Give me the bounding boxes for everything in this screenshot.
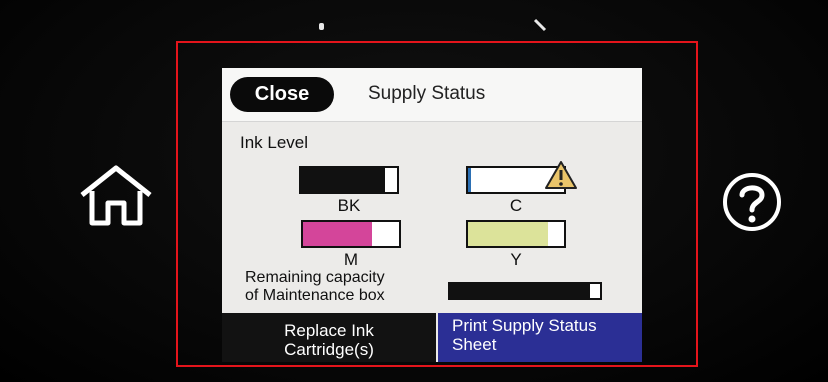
ink-fill xyxy=(468,168,471,192)
replace-ink-button[interactable]: Replace Ink Cartridge(s) xyxy=(222,313,436,362)
ink-bar xyxy=(301,220,401,248)
ink-name: M xyxy=(343,250,359,269)
print-supply-status-button[interactable]: Print Supply Status Sheet xyxy=(438,313,642,362)
close-button[interactable]: Close xyxy=(230,77,334,112)
ink-fill xyxy=(303,222,373,246)
page-title: Supply Status xyxy=(368,83,486,104)
warning-triangle-icon xyxy=(545,161,577,189)
maintenance-box-label: Remaining capacity of Maintenance box xyxy=(245,269,385,305)
replace-label-line1: Replace Ink xyxy=(284,320,374,340)
maintenance-fill xyxy=(450,284,590,298)
ink-fill xyxy=(301,168,385,192)
print-label-line1: Print Supply Status xyxy=(452,316,597,335)
help-button[interactable] xyxy=(722,172,782,232)
ink-name: C xyxy=(509,196,523,215)
supply-status-screen: Close Supply Status Ink Level BK C M Y R… xyxy=(222,68,642,362)
ink-bar xyxy=(466,220,566,248)
maintenance-label-line2: of Maintenance box xyxy=(245,287,385,304)
bezel-marker xyxy=(319,23,324,30)
ink-name: BK xyxy=(337,196,361,215)
ink-level-label: Ink Level xyxy=(240,133,309,152)
maintenance-box-gauge xyxy=(448,282,602,300)
ink-name: Y xyxy=(510,250,522,269)
print-label-line2: Sheet xyxy=(452,335,497,354)
header-bar: Close Supply Status xyxy=(222,68,642,122)
bezel-marker xyxy=(533,16,547,32)
maintenance-label-line1: Remaining capacity xyxy=(245,269,385,286)
replace-label-line2: Cartridge(s) xyxy=(284,339,374,359)
home-button[interactable] xyxy=(76,163,156,229)
home-icon xyxy=(80,165,152,226)
ink-fill xyxy=(468,222,548,246)
question-mark-icon xyxy=(723,173,781,231)
ink-bar xyxy=(299,166,399,194)
